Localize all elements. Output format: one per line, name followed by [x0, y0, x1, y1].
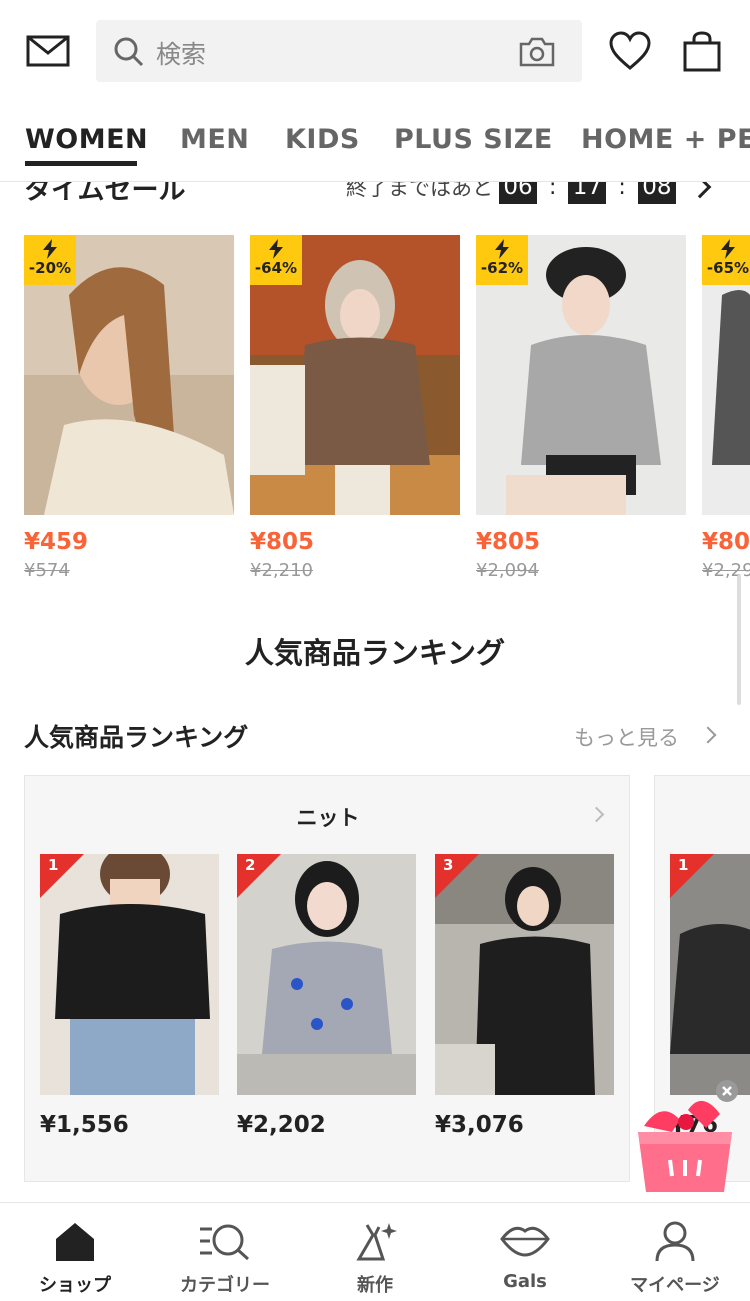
- original-price: ¥2,094: [476, 560, 539, 581]
- ranking-product[interactable]: 2 ¥2,202: [237, 854, 416, 1138]
- flash-product-card[interactable]: -62% ¥805 ¥2,094: [476, 235, 686, 581]
- product-image[interactable]: -65%: [702, 235, 750, 515]
- category-search-icon: [200, 1224, 250, 1261]
- home-icon: [56, 1223, 94, 1261]
- search-placeholder: 検索: [156, 40, 207, 69]
- flash-product-card[interactable]: -20% ¥459 ¥574: [24, 235, 234, 581]
- nav-new[interactable]: 新作: [300, 1203, 450, 1301]
- ranking-title: 人気商品ランキング: [24, 723, 249, 752]
- discount-badge: -65%: [702, 235, 750, 285]
- heart-icon[interactable]: [608, 30, 652, 72]
- search-icon: [114, 37, 144, 67]
- ranking-category[interactable]: ニット: [25, 802, 631, 832]
- lightning-icon: [721, 239, 735, 259]
- ranking-card[interactable]: ニット 1 ¥1,556 2 ¥2,202 3 ¥3,076: [24, 775, 630, 1182]
- tab-home-pets[interactable]: HOME + PETS: [581, 124, 750, 155]
- discount-text: -64%: [254, 259, 298, 277]
- nav-label: マイページ: [630, 1275, 720, 1296]
- lips-icon: [500, 1226, 550, 1257]
- nav-label: ショップ: [39, 1275, 111, 1296]
- rank-badge: [40, 854, 84, 898]
- search-bar[interactable]: 検索: [96, 20, 582, 82]
- section-heading: 人気商品ランキング: [244, 636, 506, 670]
- product-image[interactable]: -62%: [476, 235, 686, 515]
- chevron-right-icon[interactable]: [699, 726, 717, 744]
- gift-floating-button[interactable]: [632, 1080, 744, 1198]
- lightning-icon: [269, 239, 283, 259]
- rank-badge: [237, 854, 281, 898]
- active-tab-indicator: [25, 161, 137, 166]
- discount-badge: -62%: [476, 235, 528, 285]
- lightning-icon: [43, 239, 57, 259]
- nav-gals[interactable]: Gals: [450, 1203, 600, 1301]
- tab-men[interactable]: MEN: [180, 124, 249, 155]
- shopping-bag-icon[interactable]: [682, 30, 722, 72]
- sale-price: ¥805: [476, 529, 541, 555]
- rank-badge: [435, 854, 479, 898]
- tab-women[interactable]: WOMEN: [25, 124, 148, 155]
- discount-text: -20%: [28, 259, 72, 277]
- new-dress-icon: [356, 1223, 397, 1261]
- discount-badge: -64%: [250, 235, 302, 285]
- original-price: ¥2,210: [250, 560, 313, 581]
- sale-price: ¥459: [24, 529, 89, 555]
- product-price: ¥3,076: [435, 1112, 524, 1138]
- camera-icon[interactable]: [518, 36, 556, 68]
- nav-mypage[interactable]: マイページ: [600, 1203, 750, 1301]
- nav-shop[interactable]: ショップ: [0, 1203, 150, 1301]
- sale-price: ¥805: [250, 529, 315, 555]
- tab-kids[interactable]: KIDS: [285, 124, 360, 155]
- product-price: ¥2,202: [237, 1112, 326, 1138]
- original-price: ¥2,29: [702, 560, 750, 581]
- tab-plus-size[interactable]: PLUS SIZE: [394, 124, 553, 155]
- ranking-product[interactable]: 1 ¥1,556: [40, 854, 219, 1138]
- nav-label: カテゴリー: [180, 1275, 270, 1296]
- original-price: ¥574: [24, 560, 70, 581]
- ranking-product[interactable]: 3 ¥3,076: [435, 854, 614, 1138]
- product-price: ¥1,556: [40, 1112, 129, 1138]
- lightning-icon: [495, 239, 509, 259]
- see-more-link[interactable]: もっと見る: [574, 722, 679, 752]
- close-icon[interactable]: [716, 1080, 738, 1102]
- mail-icon[interactable]: [26, 34, 70, 68]
- nav-label: Gals: [503, 1271, 547, 1292]
- rank-badge: [670, 854, 714, 898]
- product-image[interactable]: -20%: [24, 235, 234, 515]
- person-icon: [655, 1221, 695, 1262]
- product-image[interactable]: 1: [670, 854, 750, 1095]
- bottom-navigation: ショップ カテゴリー 新作 Gals マイページ: [0, 1202, 750, 1301]
- discount-text: -65%: [706, 259, 750, 277]
- nav-category[interactable]: カテゴリー: [150, 1203, 300, 1301]
- nav-label: 新作: [357, 1275, 393, 1296]
- rank-number: 1: [678, 856, 689, 874]
- product-image[interactable]: 3: [435, 854, 614, 1095]
- flash-product-card[interactable]: -64% ¥805 ¥2,210: [250, 235, 460, 581]
- product-image[interactable]: 2: [237, 854, 416, 1095]
- category-tabs: WOMEN MEN KIDS PLUS SIZE HOME + PETS: [0, 100, 750, 182]
- sale-price: ¥805: [702, 529, 750, 555]
- product-image[interactable]: -64%: [250, 235, 460, 515]
- product-image[interactable]: 1: [40, 854, 219, 1095]
- rank-number: 2: [245, 856, 256, 874]
- flash-product-card[interactable]: -65% ¥805 ¥2,29: [702, 235, 750, 585]
- rank-number: 1: [48, 856, 59, 874]
- discount-text: -62%: [480, 259, 524, 277]
- ranking-product[interactable]: 1 ¥76: [670, 854, 750, 1138]
- top-header: 検索: [0, 0, 750, 100]
- discount-badge: -20%: [24, 235, 76, 285]
- rank-number: 3: [443, 856, 454, 874]
